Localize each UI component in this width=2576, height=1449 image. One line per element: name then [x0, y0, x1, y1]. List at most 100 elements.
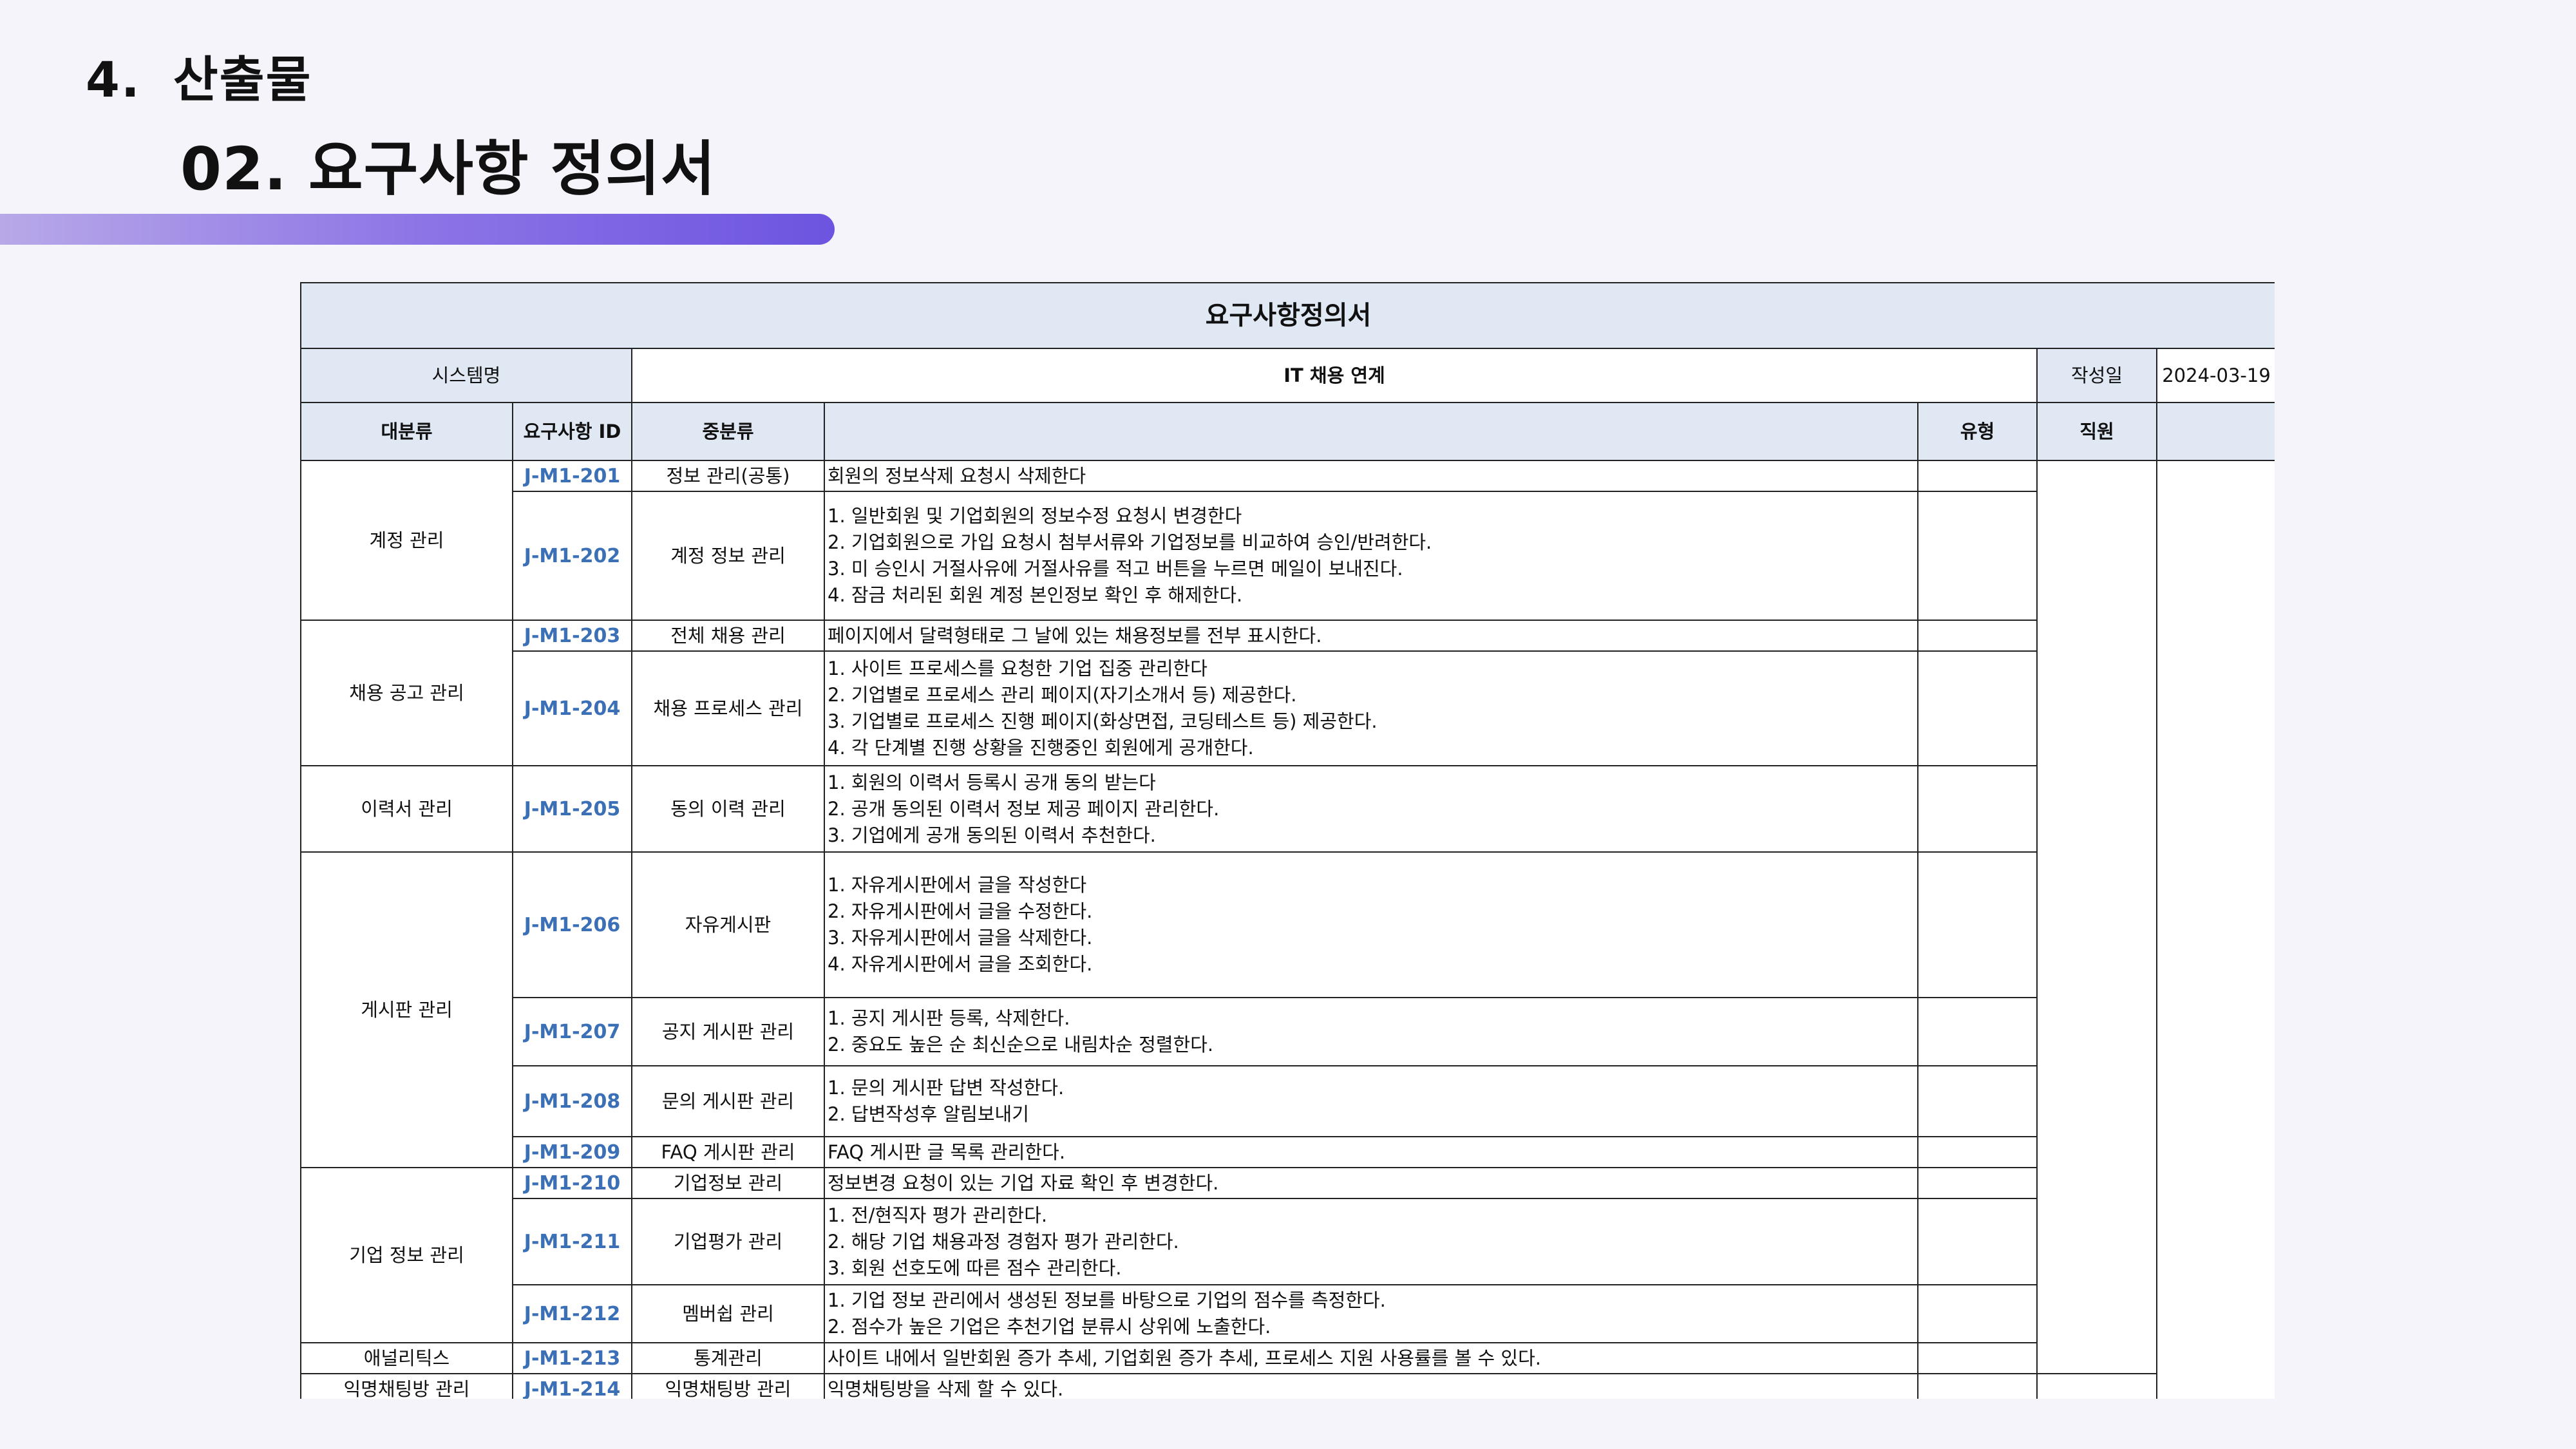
description-line: 1. 전/현직자 평가 관리한다. [828, 1204, 1048, 1226]
description-cell: 1. 문의 게시판 답변 작성한다. 2. 답변작성후 알림보내기 [824, 1065, 1918, 1137]
requirement-id-cell: J-M1-213 [512, 1342, 632, 1374]
requirement-id-cell: J-M1-204 [512, 650, 632, 766]
description-cell: 1. 공지 게시판 등록, 삭제한다. 2. 중요도 높은 순 최신순으로 내림차… [824, 997, 1918, 1066]
type-cell [1917, 1342, 2038, 1374]
table-row: 채용 공고 관리 J-M1-203 전체 채용 관리 페이지에서 달력형태로 그 날에… [300, 620, 2275, 766]
type-cell [1917, 1198, 2038, 1285]
table-row: J-M1-209 FAQ 게시판 관리 FAQ 게시판 글 목록 관리한다. [301, 1136, 2275, 1168]
middle-category-cell: 채용 프로세스 관리 [631, 650, 825, 766]
description-line: 3. 기업에게 공개 동의된 이력서 추천한다. [828, 824, 1156, 846]
col-middle-category: 중분류 [631, 402, 825, 461]
major-category-cell: 계정 관리 [300, 460, 513, 621]
section-title: 4. 산출물 [86, 40, 312, 111]
major-category-cell: 이력서 관리 [300, 765, 513, 853]
description-line: FAQ 게시판 글 목록 관리한다. [828, 1141, 1066, 1163]
table-row: 기업 정보 관리 J-M1-210 기업정보 관리 정보변경 요청이 있는 기업 자료… [300, 1167, 2275, 1343]
middle-category-cell: 기업평가 관리 [631, 1198, 825, 1285]
description-line: 1. 자유게시판에서 글을 작성한다 [828, 874, 1087, 896]
description-cell: 익명채팅방을 삭제 할 수 있다. [824, 1373, 1918, 1399]
table-row: 익명채팅방 관리 J-M1-214 익명채팅방 관리 익명채팅방을 삭제 할 수 있다… [300, 1373, 2275, 1399]
type-cell [1917, 460, 2038, 492]
description-line: 3. 기업별로 프로세스 진행 페이지(화상면접, 코딩테스트 등) 제공한다. [828, 710, 1378, 732]
type-cell [1917, 620, 2038, 652]
document-title: 요구사항정의서 [300, 282, 2275, 349]
description-cell: 회원의 정보삭제 요청시 삭제한다 [824, 460, 1918, 492]
middle-category-cell: 익명채팅방 관리 [631, 1373, 825, 1399]
type-cell [1917, 491, 2038, 621]
major-category-cell: 애널리틱스 [300, 1342, 513, 1374]
description-cell: 1. 회원의 이력서 등록시 공개 동의 받는다 2. 공개 동의된 이력서 정보… [824, 765, 1918, 853]
description-line: 4. 잠금 처리된 회원 계정 본인정보 확인 후 해제한다. [828, 584, 1243, 606]
col-staff: 직원 [2036, 402, 2157, 461]
system-name-value: IT 채용 연계 [631, 348, 2038, 403]
requirement-id-cell: J-M1-208 [512, 1065, 632, 1137]
staff-cell [2036, 1373, 2157, 1399]
requirement-id-cell: J-M1-207 [512, 997, 632, 1066]
middle-category-cell: 자유게시판 [631, 851, 825, 998]
table-row: J-M1-212 멤버쉽 관리 1. 기업 정보 관리에서 생성된 정보를 바탕으로… [301, 1284, 2275, 1343]
middle-category-cell: 전체 채용 관리 [631, 620, 825, 652]
middle-category-cell: 멤버쉽 관리 [631, 1284, 825, 1343]
major-category-cell: 채용 공고 관리 [300, 620, 513, 766]
table-row: J-M1-202 계정 정보 관리 1. 일반회원 및 기업회원의 정보수정 요청시… [301, 491, 2275, 621]
type-cell [1917, 650, 2038, 766]
table-row: 애널리틱스 J-M1-213 통계관리 사이트 내에서 일반회원 증가 추세, 기업회… [300, 1342, 2275, 1374]
table-row: J-M1-211 기업평가 관리 1. 전/현직자 평가 관리한다. 2. 해당 기업… [301, 1198, 2275, 1285]
requirement-id-cell: J-M1-209 [512, 1136, 632, 1168]
middle-category-cell: 통계관리 [631, 1342, 825, 1374]
description-line: 2. 기업별로 프로세스 관리 페이지(자기소개서 등) 제공한다. [828, 684, 1297, 706]
type-cell [1917, 1373, 2038, 1399]
description-line: 1. 기업 정보 관리에서 생성된 정보를 바탕으로 기업의 점수를 측정한다. [828, 1289, 1386, 1311]
requirements-body: 계정 관리 J-M1-201 정보 관리(공통) 회원의 정보삭제 요청시 삭제한다 J… [300, 460, 2275, 1399]
requirement-id-cell: J-M1-211 [512, 1198, 632, 1285]
description-line: 3. 자유게시판에서 글을 삭제한다. [828, 927, 1093, 949]
description-line: 페이지에서 달력형태로 그 날에 있는 채용정보를 전부 표시한다. [828, 624, 1322, 647]
col-type: 유형 [1917, 402, 2038, 461]
description-line: 1. 회원의 이력서 등록시 공개 동의 받는다 [828, 771, 1156, 793]
table-row: J-M1-204 채용 프로세스 관리 1. 사이트 프로세스를 요청한 기업 집중… [301, 650, 2275, 766]
description-line: 1. 문의 게시판 답변 작성한다. [828, 1077, 1065, 1099]
requirements-table: 요구사항정의서 시스템명 IT 채용 연계 작성일 2024-03-19 대분류… [300, 282, 2275, 1399]
description-cell: 1. 기업 정보 관리에서 생성된 정보를 바탕으로 기업의 점수를 측정한다.… [824, 1284, 1918, 1343]
table-row: 게시판 관리 J-M1-206 자유게시판 1. 자유게시판에서 글을 작성한다 2. … [300, 851, 2275, 1168]
type-cell [1917, 1136, 2038, 1168]
middle-category-cell: 계정 정보 관리 [631, 491, 825, 621]
description-line: 사이트 내에서 일반회원 증가 추세, 기업회원 증가 추세, 프로세스 지원 … [828, 1347, 1541, 1369]
description-cell: FAQ 게시판 글 목록 관리한다. [824, 1136, 1918, 1168]
accent-bar [0, 214, 835, 245]
description-line: 3. 회원 선호도에 따른 점수 관리한다. [828, 1256, 1122, 1279]
middle-category-cell: 정보 관리(공통) [631, 460, 825, 492]
requirement-id-cell: J-M1-205 [512, 765, 632, 853]
middle-category-cell: 공지 게시판 관리 [631, 997, 825, 1066]
description-cell: 사이트 내에서 일반회원 증가 추세, 기업회원 증가 추세, 프로세스 지원 … [824, 1342, 1918, 1374]
table-row: 계정 관리 J-M1-201 정보 관리(공통) 회원의 정보삭제 요청시 삭제한다 [300, 460, 2275, 1399]
major-category-cell: 익명채팅방 관리 [300, 1373, 513, 1399]
system-name-label: 시스템명 [300, 348, 632, 403]
requirement-id-cell: J-M1-202 [512, 491, 632, 621]
major-category-cell: 기업 정보 관리 [300, 1167, 513, 1343]
description-line: 1. 사이트 프로세스를 요청한 기업 집중 관리한다 [828, 658, 1208, 679]
requirement-id-cell: J-M1-210 [512, 1167, 632, 1199]
type-cell [1917, 1167, 2038, 1199]
description-cell: 페이지에서 달력형태로 그 날에 있는 채용정보를 전부 표시한다. [824, 620, 1918, 652]
staff-cell [2036, 460, 2157, 1374]
description-line: 익명채팅방을 삭제 할 수 있다. [828, 1378, 1064, 1399]
description-line: 4. 각 단계별 진행 상황을 진행중인 회원에게 공개한다. [828, 737, 1254, 759]
description-line: 2. 자유게시판에서 글을 수정한다. [828, 900, 1093, 922]
description-cell: 정보변경 요청이 있는 기업 자료 확인 후 변경한다. [824, 1167, 1918, 1199]
section-number: 4. [86, 51, 141, 108]
description-line: 2. 해당 기업 채용과정 경험자 평가 관리한다. [828, 1230, 1179, 1253]
extra-cell [2155, 460, 2275, 1399]
description-line: 4. 자유게시판에서 글을 조회한다. [828, 953, 1093, 975]
description-cell: 1. 자유게시판에서 글을 작성한다 2. 자유게시판에서 글을 수정한다. 3. … [824, 851, 1918, 998]
col-requirement-id: 요구사항 ID [512, 402, 632, 461]
type-cell [1917, 765, 2038, 853]
type-cell [1917, 851, 2038, 998]
description-line: 2. 기업회원으로 가입 요청시 첨부서류와 기업정보를 비교하여 승인/반려한… [828, 531, 1432, 553]
description-line: 2. 답변작성후 알림보내기 [828, 1103, 1029, 1125]
type-cell [1917, 997, 2038, 1066]
section-name: 산출물 [173, 51, 312, 108]
description-cell: 1. 일반회원 및 기업회원의 정보수정 요청시 변경한다 2. 기업회원으로 가… [824, 491, 1918, 621]
col-major-category: 대분류 [300, 402, 513, 461]
description-line: 2. 중요도 높은 순 최신순으로 내림차순 정렬한다. [828, 1034, 1214, 1056]
